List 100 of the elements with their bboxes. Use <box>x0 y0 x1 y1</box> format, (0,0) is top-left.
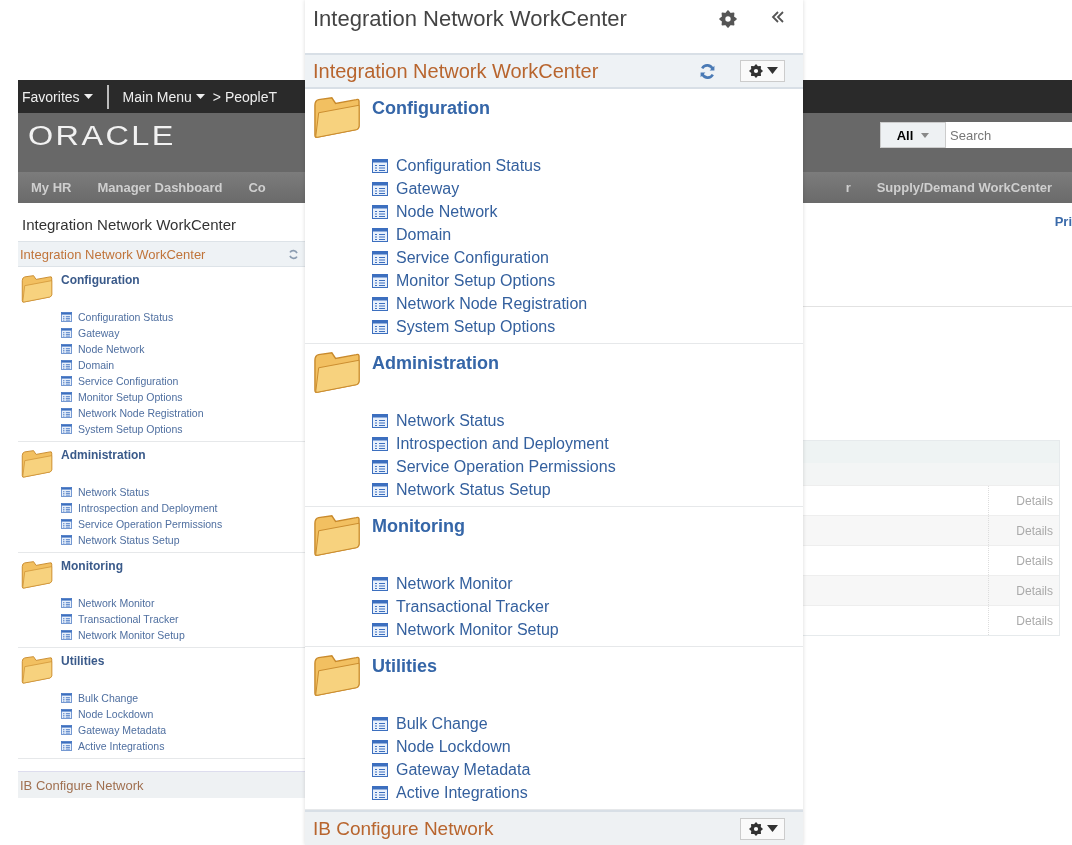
collapse-button[interactable] <box>771 10 785 24</box>
menu-link[interactable]: System Setup Options <box>61 421 204 437</box>
list-icon <box>61 535 72 545</box>
list-icon <box>61 630 72 640</box>
search-field[interactable]: Search <box>946 122 1072 148</box>
section-heading: Administration <box>61 447 147 463</box>
nav-tab[interactable]: Supply/Demand WorkCenter <box>876 180 1052 195</box>
folder-icon <box>313 652 361 699</box>
list-icon <box>61 598 72 608</box>
list-icon <box>372 413 388 428</box>
page-title: Integration Network WorkCenter <box>21 215 237 235</box>
list-icon <box>372 227 388 242</box>
list-icon <box>61 725 72 735</box>
main-menu[interactable]: Main Menu <box>122 88 205 105</box>
list-icon <box>61 487 72 497</box>
list-icon <box>61 344 72 354</box>
menu-link[interactable]: Monitor Setup Options <box>372 269 588 293</box>
menu-link[interactable]: Network Monitor Setup <box>61 627 185 643</box>
menu-link[interactable]: Network Node Registration <box>372 292 588 316</box>
menu-link[interactable]: Bulk Change <box>61 690 167 706</box>
list-icon <box>61 408 72 418</box>
caret-icon <box>921 132 930 138</box>
list-icon <box>372 482 388 497</box>
menu-link[interactable]: Service Configuration <box>372 246 588 270</box>
menu-link[interactable]: Node Network <box>372 200 588 224</box>
folder-icon <box>21 448 53 479</box>
list-icon <box>61 614 72 624</box>
settings-dropdown[interactable] <box>740 817 785 840</box>
menu-link[interactable]: Network Node Registration <box>61 405 204 421</box>
section-heading: Configuration <box>61 272 141 288</box>
favorites-menu[interactable]: Favorites <box>22 88 93 105</box>
list-icon <box>372 599 388 614</box>
menu-link[interactable]: Network Status <box>61 484 223 500</box>
menu-link[interactable]: Gateway <box>61 325 204 341</box>
menu-link[interactable]: Active Integrations <box>372 781 531 805</box>
folder-icon <box>313 349 361 396</box>
menu-link[interactable]: Node Lockdown <box>372 735 531 759</box>
menu-link[interactable]: Domain <box>372 223 588 247</box>
folder-icon <box>21 273 53 304</box>
menu-link[interactable]: Service Operation Permissions <box>61 516 223 532</box>
page-link[interactable]: Pri <box>1054 214 1072 229</box>
menu-link[interactable]: Monitor Setup Options <box>61 389 204 405</box>
menu-link[interactable]: Service Operation Permissions <box>372 455 616 479</box>
menu-link[interactable]: Network Monitor <box>61 595 185 611</box>
list-icon <box>61 709 72 719</box>
list-icon <box>372 319 388 334</box>
list-icon <box>372 296 388 311</box>
menu-link[interactable]: Network Monitor Setup <box>372 618 559 642</box>
list-icon <box>372 250 388 265</box>
menu-link[interactable]: Introspection and Deployment <box>372 432 616 456</box>
caret-icon <box>83 94 93 99</box>
list-icon <box>372 181 388 196</box>
caret-icon <box>195 94 205 99</box>
folder-icon <box>313 512 361 559</box>
nav-tab[interactable]: Co <box>248 180 266 195</box>
menu-link[interactable]: Configuration Status <box>61 309 204 325</box>
section-heading: Administration <box>372 352 500 375</box>
folder-icon <box>313 94 361 141</box>
breadcrumb-link[interactable]: > PeopleT <box>212 88 278 105</box>
list-icon <box>61 392 72 402</box>
menu-link[interactable]: Network Status Setup <box>372 478 616 502</box>
nav-tab[interactable]: My HR <box>31 180 72 195</box>
list-icon <box>372 158 388 173</box>
menu-link[interactable]: Gateway Metadata <box>61 722 167 738</box>
list-icon <box>61 376 72 386</box>
menu-link[interactable]: Bulk Change <box>372 712 531 736</box>
menu-link[interactable]: Configuration Status <box>372 154 588 178</box>
menu-link[interactable]: Transactional Tracker <box>372 595 559 619</box>
folder-icon <box>21 654 53 685</box>
menu-link[interactable]: Gateway Metadata <box>372 758 531 782</box>
menu-link[interactable]: Transactional Tracker <box>61 611 185 627</box>
menu-link[interactable]: Node Lockdown <box>61 706 167 722</box>
menu-link[interactable]: Service Configuration <box>61 373 204 389</box>
menu-link[interactable]: Introspection and Deployment <box>61 500 223 516</box>
pagelet-title: IB Configure Network <box>20 777 144 793</box>
list-icon <box>372 739 388 754</box>
list-icon <box>61 503 72 513</box>
menu-link[interactable]: Domain <box>61 357 204 373</box>
menu-link[interactable]: Network Monitor <box>372 572 559 596</box>
list-icon <box>61 312 72 322</box>
list-icon <box>372 762 388 777</box>
menu-link[interactable]: System Setup Options <box>372 315 588 339</box>
list-icon <box>61 741 72 751</box>
menu-link[interactable]: Active Integrations <box>61 738 167 754</box>
section-heading: Utilities <box>372 655 438 678</box>
settings-button[interactable] <box>719 10 737 28</box>
settings-dropdown[interactable] <box>740 60 785 83</box>
list-icon <box>372 436 388 451</box>
menu-link[interactable]: Node Network <box>61 341 204 357</box>
list-icon <box>372 273 388 288</box>
nav-tab[interactable]: r <box>845 180 851 195</box>
pagelet-title: IB Configure Network <box>313 817 495 840</box>
collapse-icon <box>771 10 785 24</box>
list-icon <box>61 424 72 434</box>
menu-link[interactable]: Network Status Setup <box>61 532 223 548</box>
scope-dropdown[interactable]: All <box>880 122 946 148</box>
menu-link[interactable]: Network Status <box>372 409 616 433</box>
list-icon <box>61 519 72 529</box>
nav-tab[interactable]: Manager Dashboard <box>97 180 223 195</box>
menu-link[interactable]: Gateway <box>372 177 588 201</box>
